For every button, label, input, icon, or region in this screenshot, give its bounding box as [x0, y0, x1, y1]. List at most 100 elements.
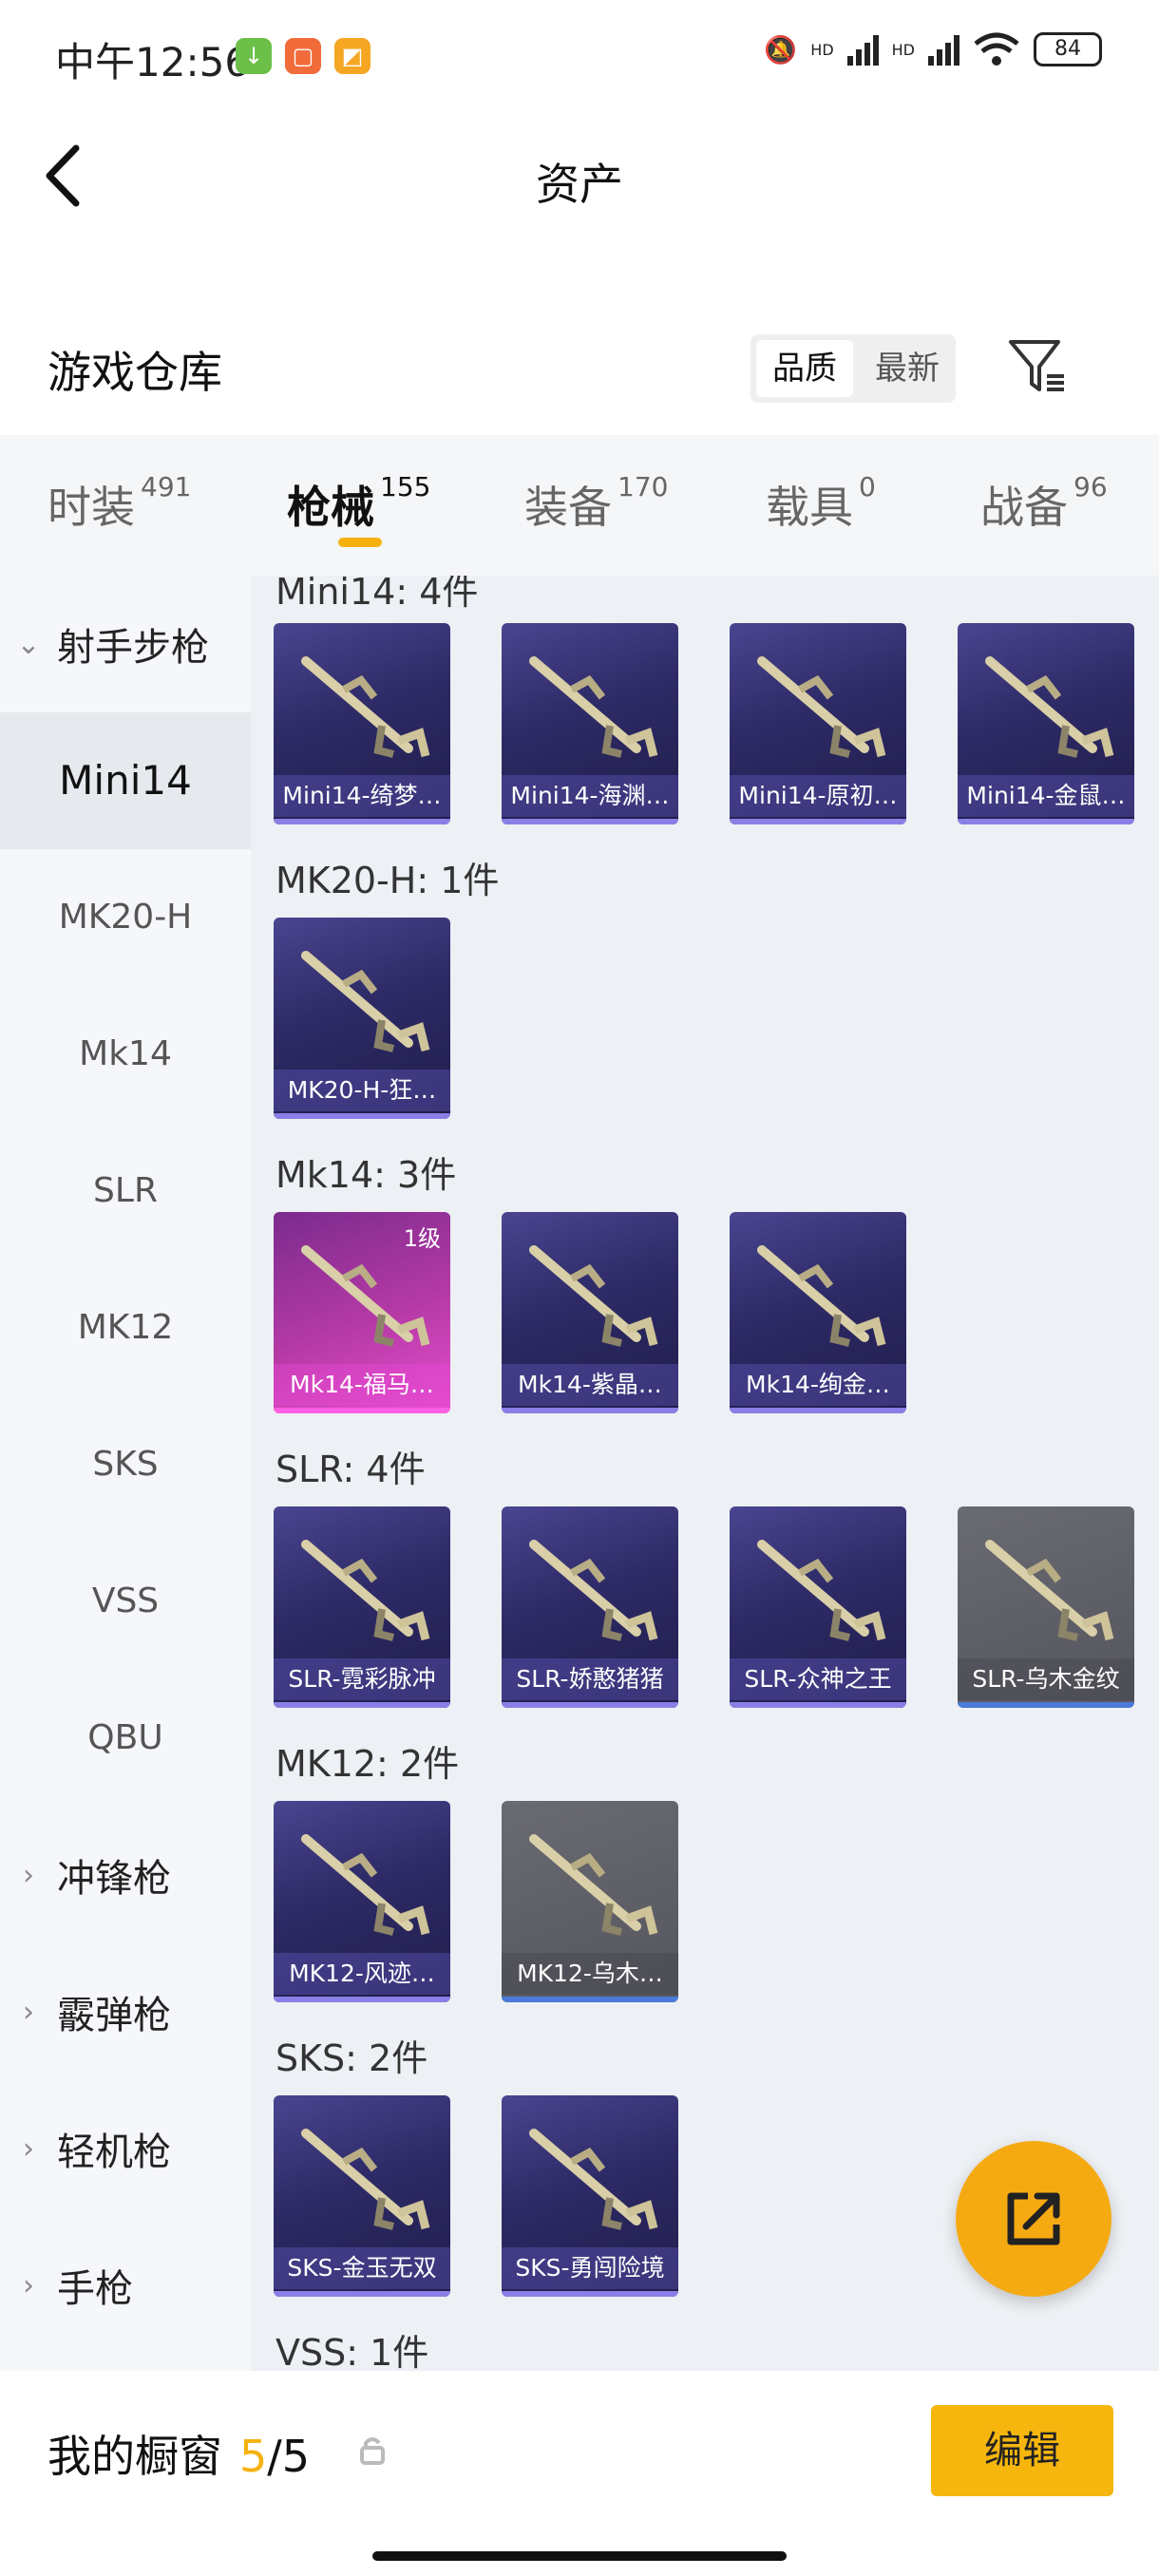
showcase-bar: 我的橱窗 5/5 编辑	[0, 2371, 1159, 2576]
weapon-card[interactable]: Mini14-原初…	[730, 623, 906, 824]
showcase-label: 我的橱窗 5/5	[48, 2422, 310, 2485]
app-notification-icon: ▢	[285, 38, 321, 74]
weapon-name: Mk14-绚金…	[730, 1364, 906, 1406]
status-time: 中午12:56	[55, 39, 251, 85]
sidebar-item-mini14[interactable]: Mini14	[0, 712, 251, 849]
sort-quality-button[interactable]: 品质	[756, 340, 853, 397]
level-badge: 1级	[403, 1225, 441, 1252]
notification-icons: ↓ ▢ ◩	[236, 38, 370, 74]
sidebar-category-marksman[interactable]: ⌄ 射手步枪	[0, 576, 251, 712]
weapon-card[interactable]: Mk14-绚金…	[730, 1212, 906, 1413]
weapon-card[interactable]: Mini14-金鼠…	[958, 623, 1134, 824]
weapon-name: Mini14-绮梦…	[274, 775, 450, 817]
chevron-right-icon: ›	[23, 2268, 34, 2302]
weapon-card[interactable]: MK20-H-狂…	[274, 918, 450, 1119]
group-title-mk14: Mk14: 3件	[276, 1154, 457, 1196]
weapon-card[interactable]: SLR-众神之王	[730, 1506, 906, 1708]
tab-count: 96	[1074, 471, 1108, 502]
weapon-name: SLR-娇憨猪猪	[502, 1658, 678, 1700]
sidebar-category-label: 霰弹枪	[57, 1994, 171, 2037]
tab-fashion[interactable]: 时装 491	[48, 471, 191, 536]
app-notification-icon-2: ◩	[334, 38, 370, 74]
sort-toggle: 品质 最新	[750, 334, 956, 403]
signal-icon	[846, 33, 879, 66]
weapon-card[interactable]: SLR-乌木金纹	[958, 1506, 1134, 1708]
battery-indicator: 84	[1034, 32, 1102, 66]
group-title-vss: VSS: 1件	[276, 2332, 429, 2371]
weapon-card[interactable]: SKS-勇闯险境	[502, 2095, 678, 2297]
sidebar-category-shotgun[interactable]: › 霰弹枪	[0, 1943, 251, 2080]
tab-count: 155	[380, 471, 431, 502]
share-button[interactable]	[956, 2141, 1112, 2297]
sidebar-item-qbu[interactable]: QBU	[0, 1670, 251, 1807]
lock-icon	[360, 2437, 385, 2465]
sidebar-item-slr[interactable]: SLR	[0, 1123, 251, 1260]
rifle-icon	[985, 1540, 1114, 1641]
weapon-name: SKS-金玉无双	[274, 2247, 450, 2289]
showcase-current: 5	[239, 2431, 268, 2482]
weapon-category-sidebar: ⌄ 射手步枪 Mini14 MK20-H Mk14 SLR MK12 SKS V…	[0, 576, 251, 2371]
tab-equipment[interactable]: 装备 170	[524, 471, 668, 536]
page-title: 资产	[536, 159, 623, 210]
warehouse-title: 游戏仓库	[48, 347, 222, 398]
weapon-card[interactable]: MK12-风迹…	[274, 1801, 450, 2002]
tab-firearms[interactable]: 枪械 155	[287, 471, 431, 536]
sidebar-item-sks[interactable]: SKS	[0, 1396, 251, 1533]
group-title-mk20h: MK20-H: 1件	[276, 860, 500, 901]
share-icon	[1007, 2192, 1060, 2245]
weapon-name: SLR-乌木金纹	[958, 1658, 1134, 1700]
rifle-icon	[301, 656, 430, 758]
rifle-icon	[757, 1540, 886, 1641]
rifle-icon	[301, 1540, 430, 1641]
filter-icon[interactable]	[1005, 334, 1068, 397]
sidebar-category-label: 射手步枪	[57, 626, 209, 670]
rifle-icon	[529, 2129, 658, 2230]
tab-vehicles[interactable]: 载具 0	[766, 471, 876, 536]
sidebar-item-mk14[interactable]: Mk14	[0, 986, 251, 1123]
sidebar-item-mk12[interactable]: MK12	[0, 1260, 251, 1396]
weapon-card[interactable]: Mini14-绮梦…	[274, 623, 450, 824]
sidebar-category-label: 冲锋枪	[57, 1857, 171, 1901]
hd-label-1: HD	[810, 40, 834, 59]
weapon-card[interactable]: Mini14-海渊…	[502, 623, 678, 824]
group-title-mini14: Mini14: 4件	[276, 576, 479, 613]
sidebar-item-vss[interactable]: VSS	[0, 1533, 251, 1670]
rifle-icon	[301, 951, 430, 1052]
weapon-name: SLR-霓彩脉冲	[274, 1658, 450, 1700]
tab-supplies[interactable]: 战备 96	[980, 471, 1108, 536]
weapon-card[interactable]: SLR-娇憨猪猪	[502, 1506, 678, 1708]
weapon-name: Mk14-紫晶…	[502, 1364, 678, 1406]
edit-button[interactable]: 编辑	[931, 2405, 1113, 2496]
weapon-card[interactable]: Mk14-紫晶…	[502, 1212, 678, 1413]
tab-label: 载具	[766, 482, 853, 533]
rifle-icon	[529, 656, 658, 758]
sidebar-category-pistol[interactable]: › 手枪	[0, 2217, 251, 2354]
hd-label-2: HD	[891, 40, 915, 59]
sort-latest-button[interactable]: 最新	[859, 334, 956, 403]
weapon-name: Mini14-金鼠…	[958, 775, 1134, 817]
rifle-icon	[301, 1834, 430, 1936]
chevron-down-icon: ⌄	[16, 627, 41, 661]
tab-label: 战备	[980, 482, 1068, 533]
sidebar-category-label: 轻机枪	[57, 2131, 171, 2174]
weapon-grid: Mini14: 4件 Mini14-绮梦… Mini14-海渊… Mini14-…	[251, 576, 1159, 2371]
mute-icon: 🔕	[764, 33, 798, 66]
weapon-card[interactable]: MK12-乌木…	[502, 1801, 678, 2002]
weapon-card[interactable]: 1级 Mk14-福马…	[274, 1212, 450, 1413]
tab-label: 时装	[48, 482, 135, 533]
tab-label: 装备	[524, 482, 612, 533]
active-tab-indicator	[338, 538, 382, 547]
status-bar: 中午12:56 ↓ ▢ ◩ 🔕 HD HD 84	[0, 0, 1159, 114]
group-title-slr: SLR: 4件	[276, 1449, 426, 1490]
weapon-name: MK12-风迹…	[274, 1953, 450, 1995]
weapon-card[interactable]: SKS-金玉无双	[274, 2095, 450, 2297]
sidebar-category-smg[interactable]: › 冲锋枪	[0, 1807, 251, 1943]
weapon-name: Mini14-原初…	[730, 775, 906, 817]
sidebar-category-lmg[interactable]: › 轻机枪	[0, 2080, 251, 2217]
status-right: 🔕 HD HD 84	[764, 32, 1102, 66]
rifle-icon	[529, 1245, 658, 1347]
weapon-name: Mk14-福马…	[274, 1364, 450, 1406]
weapon-card[interactable]: SLR-霓彩脉冲	[274, 1506, 450, 1708]
sidebar-item-mk20h[interactable]: MK20-H	[0, 849, 251, 986]
rifle-icon	[301, 2129, 430, 2230]
